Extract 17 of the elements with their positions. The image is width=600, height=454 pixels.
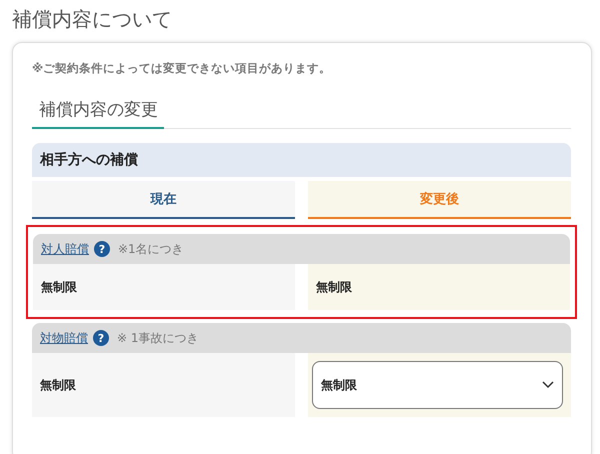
help-icon[interactable]: ? <box>94 241 110 257</box>
current-value: 無制限 <box>40 376 76 394</box>
current-value: 無制限 <box>41 278 77 296</box>
section-tab[interactable]: 補償内容の変更 <box>32 98 164 129</box>
coverage-dropdown[interactable]: 無制限 <box>312 361 563 409</box>
group-header: 相手方への補償 <box>32 143 571 177</box>
column-header: 現在 <box>32 181 295 219</box>
chevron-down-icon <box>542 381 554 389</box>
changed-value: 無制限 <box>316 278 352 296</box>
page-title: 補償内容について <box>12 6 173 32</box>
condition-text: ※1名につき <box>118 240 184 258</box>
coverage-link[interactable]: 対物賠償 <box>40 330 88 346</box>
help-icon[interactable]: ? <box>93 330 109 346</box>
condition-text: ※ 1事故につき <box>117 330 199 346</box>
coverage-link[interactable]: 対人賠償 <box>41 240 89 258</box>
notice-text: ※ご契約条件によっては変更できない項目があります。 <box>32 61 332 76</box>
column-header: 変更後 <box>308 181 571 219</box>
